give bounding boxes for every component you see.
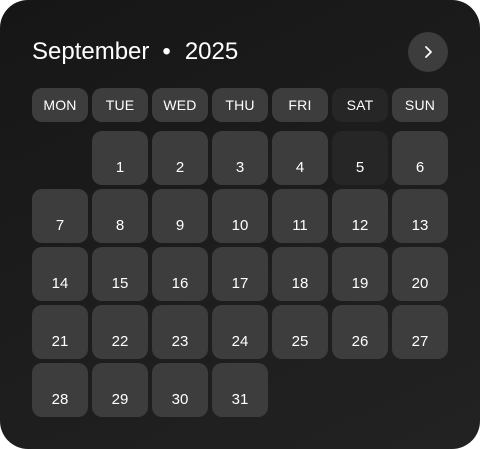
- day-cell-11[interactable]: 11: [272, 189, 328, 243]
- day-cell-3[interactable]: 3: [212, 131, 268, 185]
- empty-day-cell: [32, 131, 88, 185]
- day-cell-26[interactable]: 26: [332, 305, 388, 359]
- day-cell-1[interactable]: 1: [92, 131, 148, 185]
- calendar-header: September • 2025: [32, 36, 238, 68]
- day-cell-7[interactable]: 7: [32, 189, 88, 243]
- day-cell-14[interactable]: 14: [32, 247, 88, 301]
- day-cell-25[interactable]: 25: [272, 305, 328, 359]
- day-cell-21[interactable]: 21: [32, 305, 88, 359]
- next-month-button[interactable]: [408, 32, 448, 72]
- weekday-thu: THU: [212, 88, 268, 122]
- month-label: September: [32, 38, 150, 65]
- day-cell-18[interactable]: 18: [272, 247, 328, 301]
- day-cell-8[interactable]: 8: [92, 189, 148, 243]
- day-cell-16[interactable]: 16: [152, 247, 208, 301]
- day-cell-17[interactable]: 17: [212, 247, 268, 301]
- calendar-grid: MON TUE WED THU FRI SAT SUN 1 2 3 4 5 6 …: [32, 88, 448, 421]
- year-label: 2025: [184, 38, 239, 65]
- day-cell-5[interactable]: 5: [332, 131, 388, 185]
- day-cell-2[interactable]: 2: [152, 131, 208, 185]
- day-cell-4[interactable]: 4: [272, 131, 328, 185]
- day-cell-28[interactable]: 28: [32, 363, 88, 417]
- weekday-mon: MON: [32, 88, 88, 122]
- day-cell-30[interactable]: 30: [152, 363, 208, 417]
- day-cell-19[interactable]: 19: [332, 247, 388, 301]
- weekday-sat: SAT: [332, 88, 388, 122]
- day-cell-6[interactable]: 6: [392, 131, 448, 185]
- day-cell-22[interactable]: 22: [92, 305, 148, 359]
- day-cell-13[interactable]: 13: [392, 189, 448, 243]
- day-cell-20[interactable]: 20: [392, 247, 448, 301]
- day-cell-27[interactable]: 27: [392, 305, 448, 359]
- day-cell-12[interactable]: 12: [332, 189, 388, 243]
- day-cell-24[interactable]: 24: [212, 305, 268, 359]
- day-cell-10[interactable]: 10: [212, 189, 268, 243]
- day-cell-23[interactable]: 23: [152, 305, 208, 359]
- chevron-right-icon: [425, 46, 432, 58]
- day-cell-15[interactable]: 15: [92, 247, 148, 301]
- weekday-fri: FRI: [272, 88, 328, 122]
- day-cell-29[interactable]: 29: [92, 363, 148, 417]
- calendar-card: September • 2025 MON TUE WED THU FRI SAT…: [0, 0, 480, 449]
- separator-dot: •: [162, 38, 171, 65]
- weekday-sun: SUN: [392, 88, 448, 122]
- day-cell-31[interactable]: 31: [212, 363, 268, 417]
- weekday-wed: WED: [152, 88, 208, 122]
- weekday-tue: TUE: [92, 88, 148, 122]
- day-cell-9[interactable]: 9: [152, 189, 208, 243]
